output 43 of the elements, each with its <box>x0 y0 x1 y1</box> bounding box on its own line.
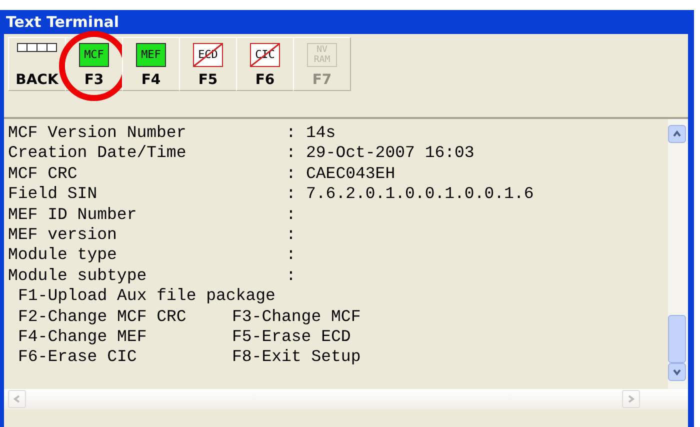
field-label: Creation Date/Time <box>8 143 188 164</box>
field-label: Module type <box>8 245 118 266</box>
field-label: Module subtype <box>8 266 148 286</box>
scroll-up-button[interactable] <box>668 125 686 143</box>
scroll-left-button[interactable] <box>8 390 26 408</box>
field-separator: : <box>286 204 297 226</box>
menu-option: F1-Upload Aux file package <box>18 286 276 307</box>
field-value: 29-Oct-2007 16:03 <box>306 143 476 164</box>
scroll-down-button[interactable] <box>668 363 686 381</box>
field-label: Field SIN <box>8 184 98 205</box>
field-value: 14s <box>306 123 337 144</box>
field-value: 7.6.2.0.1.0.0.1.0.0.1.6 <box>306 184 535 205</box>
field-label: MEF version <box>8 225 118 246</box>
scroll-right-button[interactable] <box>622 390 640 408</box>
menu-option: F3-Change MCF <box>232 306 361 328</box>
field-label: MEF ID Number <box>8 204 138 226</box>
scroll-thumb[interactable] <box>668 315 686 363</box>
chip-icon: MCF <box>79 43 109 67</box>
field-separator: : <box>286 184 297 205</box>
field-separator: : <box>286 123 297 144</box>
horizontal-scrollbar[interactable] <box>4 389 688 409</box>
field-separator: : <box>286 225 297 246</box>
toolbar-button[interactable]: MEF F4 <box>122 37 180 91</box>
vertical-scrollbar[interactable] <box>668 119 688 389</box>
field-separator: : <box>286 266 297 286</box>
menu-option: F4-Change MEF <box>18 327 147 348</box>
menu-option: F2-Change MCF CRC <box>18 306 186 328</box>
menu-option: F8-Exit Setup <box>232 347 361 368</box>
field-label: MCF Version Number <box>8 123 188 144</box>
chevron-left-icon <box>12 394 22 404</box>
chevron-down-icon <box>672 367 682 377</box>
field-value: CAEC043EH <box>306 164 396 184</box>
menu-option: F6-Erase CIC <box>18 347 137 368</box>
field-label: MCF CRC <box>8 164 78 184</box>
field-separator: : <box>286 164 297 184</box>
field-separator: : <box>286 143 297 164</box>
window-title: Text Terminal <box>5 12 120 33</box>
chevron-right-icon <box>626 394 636 404</box>
keyboard-keys-icon <box>17 43 57 53</box>
field-separator: : <box>286 245 297 266</box>
menu-option: F5-Erase ECD <box>232 327 351 348</box>
chip-icon: MEF <box>136 43 166 67</box>
chevron-up-icon <box>672 129 682 139</box>
